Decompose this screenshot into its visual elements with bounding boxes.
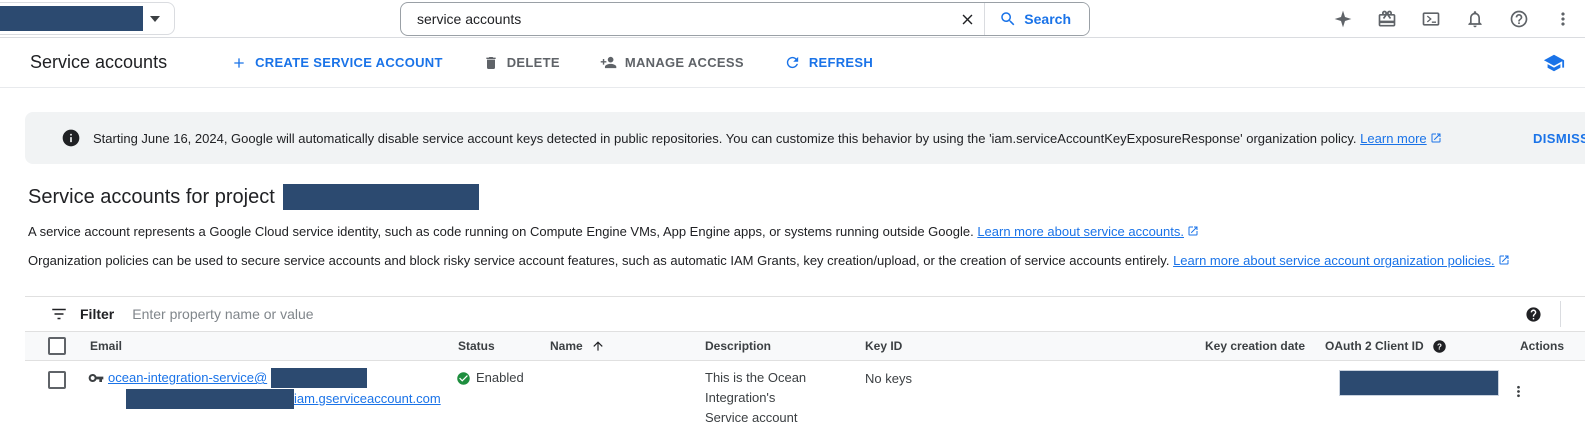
refresh-icon	[784, 54, 801, 71]
filter-bar-divider	[1560, 301, 1561, 327]
delete-label: DELETE	[507, 55, 560, 70]
org-policies-text: Organization policies can be used to sec…	[28, 253, 1169, 268]
row-checkbox[interactable]	[48, 371, 66, 389]
cloud-shell-icon[interactable]	[1421, 9, 1441, 29]
column-header-key-id[interactable]: Key ID	[855, 332, 1195, 360]
svg-text:?: ?	[1437, 342, 1442, 351]
filter-label[interactable]: Filter	[80, 306, 114, 322]
plus-icon	[231, 55, 247, 71]
service-account-email-domain[interactable]: iam.gserviceaccount.com	[294, 389, 441, 409]
column-header-key-creation-date[interactable]: Key creation date	[1195, 332, 1315, 360]
page-title: Service accounts	[30, 52, 167, 73]
dismiss-button[interactable]: DISMISS	[1533, 112, 1585, 164]
banner-learn-more-link[interactable]: Learn more	[1360, 131, 1426, 146]
dropdown-caret-icon	[150, 16, 160, 22]
info-icon	[61, 128, 81, 148]
org-policies-learn-more-link[interactable]: Learn more about service account organiz…	[1173, 253, 1495, 268]
search-button-label: Search	[1024, 11, 1071, 27]
refresh-button[interactable]: REFRESH	[784, 54, 873, 71]
gift-icon[interactable]	[1377, 9, 1397, 29]
redacted-project-name	[0, 6, 143, 31]
service-account-key-icon	[88, 370, 104, 386]
search-input[interactable]	[401, 11, 950, 27]
search-button[interactable]: Search	[985, 3, 1089, 35]
external-link-icon	[1430, 132, 1442, 144]
row-actions-menu-icon[interactable]	[1510, 383, 1585, 400]
column-header-name-label: Name	[550, 339, 583, 353]
gemini-sparkle-icon[interactable]	[1333, 9, 1353, 29]
search-icon	[999, 10, 1017, 28]
page-action-bar: Service accounts CREATE SERVICE ACCOUNT …	[0, 38, 1585, 88]
banner-message-text: Starting June 16, 2024, Google will auto…	[93, 131, 1357, 146]
email-cell: ocean-integration-service@ iam.gservicea…	[80, 361, 448, 428]
more-vert-icon[interactable]	[1553, 9, 1573, 29]
column-header-actions: Actions	[1510, 332, 1585, 360]
filter-bar-right	[1525, 301, 1585, 327]
status-text: Enabled	[476, 370, 524, 385]
key-creation-date-cell	[1195, 361, 1315, 428]
table-row: ocean-integration-service@ iam.gservicea…	[25, 361, 1585, 428]
key-exposure-banner: Starting June 16, 2024, Google will auto…	[25, 112, 1585, 164]
global-search-bar: Search	[400, 2, 1090, 36]
org-policies-paragraph: Organization policies can be used to sec…	[28, 253, 1585, 268]
trash-icon	[483, 55, 499, 71]
learn-panel-icon[interactable]	[1543, 52, 1565, 74]
redacted-oauth-client-id	[1340, 371, 1498, 395]
top-app-bar: Search	[0, 0, 1585, 38]
section-heading: Service accounts for project	[28, 184, 1585, 210]
page-intro: Service accounts for project A service a…	[0, 164, 1585, 268]
redacted-email-project-2	[126, 389, 294, 409]
filter-input[interactable]	[132, 306, 1525, 322]
person-add-icon	[600, 54, 617, 71]
column-header-oauth-client-id[interactable]: OAuth 2 Client ID ?	[1315, 332, 1510, 360]
delete-button[interactable]: DELETE	[483, 55, 560, 71]
column-header-oauth-label: OAuth 2 Client ID	[1325, 339, 1424, 353]
column-header-email[interactable]: Email	[80, 332, 448, 360]
oauth-client-id-cell	[1315, 361, 1510, 428]
email-line-1: ocean-integration-service@	[88, 368, 448, 388]
key-id-cell: No keys	[855, 361, 1195, 428]
row-checkbox-cell	[25, 361, 80, 428]
topbar-icon-group	[1333, 0, 1573, 38]
external-link-icon	[1187, 225, 1199, 237]
actions-cell	[1510, 361, 1585, 428]
name-cell	[540, 361, 695, 428]
service-accounts-table: Filter Email Status Name Description Key…	[25, 296, 1585, 428]
create-service-account-button[interactable]: CREATE SERVICE ACCOUNT	[231, 55, 443, 71]
project-selector[interactable]	[0, 2, 175, 35]
manage-access-button[interactable]: MANAGE ACCESS	[600, 54, 744, 71]
column-header-name[interactable]: Name	[540, 332, 695, 360]
status-enabled-check-icon	[456, 371, 471, 386]
status-cell: Enabled	[448, 361, 540, 428]
external-link-icon	[1498, 254, 1510, 266]
create-service-account-label: CREATE SERVICE ACCOUNT	[255, 55, 443, 70]
help-icon[interactable]	[1509, 9, 1529, 29]
intro-learn-more-link[interactable]: Learn more about service accounts.	[977, 224, 1184, 239]
banner-message: Starting June 16, 2024, Google will auto…	[93, 131, 1442, 146]
section-heading-text: Service accounts for project	[28, 186, 275, 209]
manage-access-label: MANAGE ACCESS	[625, 55, 744, 70]
filter-icon	[50, 305, 68, 323]
refresh-label: REFRESH	[809, 55, 873, 70]
email-line-2: iam.gserviceaccount.com	[126, 389, 448, 409]
description-cell: This is the Ocean Integration's Service …	[695, 361, 855, 428]
table-filter-bar: Filter	[25, 297, 1585, 331]
service-account-email-link[interactable]: ocean-integration-service@	[108, 368, 267, 388]
description-text: This is the Ocean Integration's Service …	[695, 368, 815, 428]
redacted-project-id	[283, 184, 479, 210]
table-header-row: Email Status Name Description Key ID Key…	[25, 331, 1585, 361]
header-checkbox-cell	[25, 332, 80, 360]
sort-ascending-icon[interactable]	[591, 339, 605, 353]
filter-help-icon[interactable]	[1525, 306, 1542, 323]
select-all-checkbox[interactable]	[48, 337, 66, 355]
intro-text: A service account represents a Google Cl…	[28, 224, 974, 239]
intro-paragraph: A service account represents a Google Cl…	[28, 224, 1585, 239]
notifications-bell-icon[interactable]	[1465, 9, 1485, 29]
clear-search-icon[interactable]	[950, 3, 984, 35]
redacted-email-project	[271, 368, 367, 388]
column-header-status[interactable]: Status	[448, 332, 540, 360]
column-header-description[interactable]: Description	[695, 332, 855, 360]
oauth-help-icon[interactable]: ?	[1432, 339, 1447, 354]
